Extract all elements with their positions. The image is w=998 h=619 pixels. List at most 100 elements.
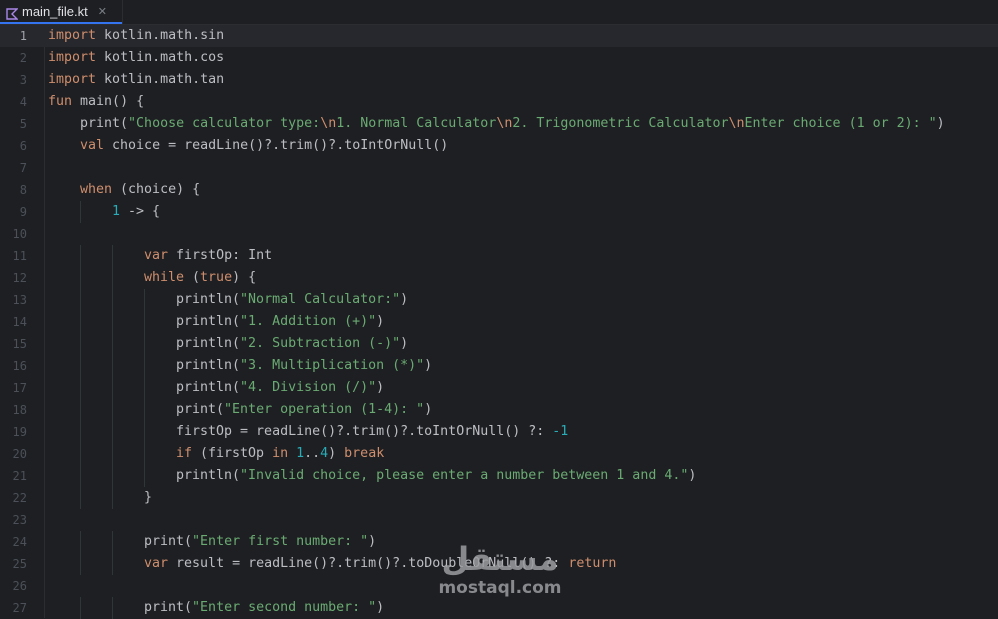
indent-guide	[80, 201, 81, 223]
line-number: 25	[12, 557, 27, 571]
code-token: var	[144, 556, 169, 571]
line-number: 21	[12, 469, 27, 483]
code-token: "Invalid choice, please enter a number b…	[240, 468, 689, 483]
code-token: println(	[176, 468, 241, 483]
code-token: (firstOp	[192, 446, 273, 461]
code-line[interactable]: 16 println("3. Multiplication (*)")	[0, 355, 998, 377]
indent-guide	[144, 333, 145, 355]
code-line[interactable]: 23	[0, 509, 998, 531]
indent-guide	[112, 531, 113, 553]
code-text: import kotlin.math.sin	[48, 25, 224, 47]
code-token: var	[144, 248, 169, 263]
code-line[interactable]: 12 while (true) {	[0, 267, 998, 289]
code-token: 2. Trigonometric Calculator	[512, 116, 729, 131]
code-token: println(	[176, 336, 241, 351]
code-text: 1 -> {	[112, 201, 160, 223]
indent-guide	[80, 267, 81, 289]
code-token: kotlin.math.tan	[96, 72, 225, 87]
code-token: -1	[552, 424, 569, 439]
indent-guide	[80, 333, 81, 355]
line-number: 27	[12, 601, 27, 615]
close-icon[interactable]: ✕	[98, 5, 107, 18]
code-text: val choice = readLine()?.trim()?.toIntOr…	[80, 135, 448, 157]
code-token: )	[400, 336, 409, 351]
code-token: while	[144, 270, 185, 285]
code-token: break	[344, 446, 385, 461]
indent-guide	[144, 355, 145, 377]
code-line[interactable]: 20 if (firstOp in 1..4) break	[0, 443, 998, 465]
code-line[interactable]: 18 print("Enter operation (1-4): ")	[0, 399, 998, 421]
code-token: if	[176, 446, 193, 461]
code-token: true	[200, 270, 233, 285]
code-token: kotlin.math.cos	[96, 50, 225, 65]
line-number: 11	[12, 249, 27, 263]
code-line[interactable]: 13 println("Normal Calculator:")	[0, 289, 998, 311]
line-number: 6	[19, 139, 27, 153]
indent-guide	[80, 597, 81, 619]
code-line[interactable]: 1 import kotlin.math.sin	[0, 25, 998, 47]
code-line[interactable]: 7	[0, 157, 998, 179]
code-token: return	[568, 556, 617, 571]
code-editor[interactable]: 1 import kotlin.math.sin 2 import kotlin.ma…	[0, 25, 998, 619]
tab-main-file[interactable]: main_file.kt ✕	[0, 0, 122, 24]
indent-guide	[80, 355, 81, 377]
line-number: 3	[19, 73, 27, 87]
code-token: (choice) {	[112, 182, 201, 197]
kotlin-file-icon	[6, 5, 19, 20]
code-line[interactable]: 2 import kotlin.math.cos	[0, 47, 998, 69]
line-number: 4	[19, 95, 27, 109]
code-text: print("Enter first number: ")	[144, 531, 376, 553]
indent-guide	[144, 377, 145, 399]
indent-guide	[112, 597, 113, 619]
code-token: )	[424, 402, 433, 417]
code-token: 4	[320, 446, 329, 461]
code-token: main() {	[72, 94, 145, 109]
indent-guide	[144, 421, 145, 443]
code-line[interactable]: 10	[0, 223, 998, 245]
code-line[interactable]: 4 fun main() {	[0, 91, 998, 113]
code-text: }	[144, 487, 152, 509]
code-line[interactable]: 17 println("4. Division (/)")	[0, 377, 998, 399]
code-token: kotlin.math.sin	[96, 28, 225, 43]
code-line[interactable]: 21 println("Invalid choice, please enter …	[0, 465, 998, 487]
indent-guide	[80, 399, 81, 421]
indent-guide	[112, 311, 113, 333]
indent-guide	[80, 465, 81, 487]
line-number: 16	[12, 359, 27, 373]
line-number: 24	[12, 535, 27, 549]
line-number: 15	[12, 337, 27, 351]
code-line[interactable]: 9 1 -> {	[0, 201, 998, 223]
code-token: 1	[296, 446, 305, 461]
indent-guide	[80, 377, 81, 399]
code-token: 1	[112, 204, 121, 219]
code-line[interactable]: 8 when (choice) {	[0, 179, 998, 201]
code-line[interactable]: 15 println("2. Subtraction (-)")	[0, 333, 998, 355]
code-line[interactable]: 5 print("Choose calculator type:\n1. Norm…	[0, 113, 998, 135]
code-token: val	[80, 138, 105, 153]
code-token: "2. Subtraction (-)"	[240, 336, 401, 351]
line-number: 22	[12, 491, 27, 505]
code-token: Enter choice (1 or 2): "	[744, 116, 937, 131]
watermark-logo: مستقل mostaql.com	[438, 540, 562, 610]
code-line[interactable]: 11 var firstOp: Int	[0, 245, 998, 267]
code-token: "Enter operation (1-4): "	[224, 402, 425, 417]
code-line[interactable]: 3 import kotlin.math.tan	[0, 69, 998, 91]
indent-guide	[112, 443, 113, 465]
code-line[interactable]: 22}	[0, 487, 998, 509]
code-token: choice = readLine()?.trim()?.toIntOrNull…	[104, 138, 449, 153]
indent-guide	[112, 421, 113, 443]
code-text: println("4. Division (/)")	[176, 377, 384, 399]
indent-guide	[112, 399, 113, 421]
code-line[interactable]: 19 firstOp = readLine()?.trim()?.toIntOrN…	[0, 421, 998, 443]
indent-guide	[80, 443, 81, 465]
indent-guide	[112, 289, 113, 311]
code-token: )	[936, 116, 945, 131]
code-line[interactable]: 6 val choice = readLine()?.trim()?.toIntO…	[0, 135, 998, 157]
code-token: 1. Normal Calculator	[336, 116, 497, 131]
code-token: -> {	[120, 204, 161, 219]
code-token: in	[272, 446, 289, 461]
code-line[interactable]: 14 println("1. Addition (+)")	[0, 311, 998, 333]
line-number: 17	[12, 381, 27, 395]
code-text: import kotlin.math.tan	[48, 69, 224, 91]
